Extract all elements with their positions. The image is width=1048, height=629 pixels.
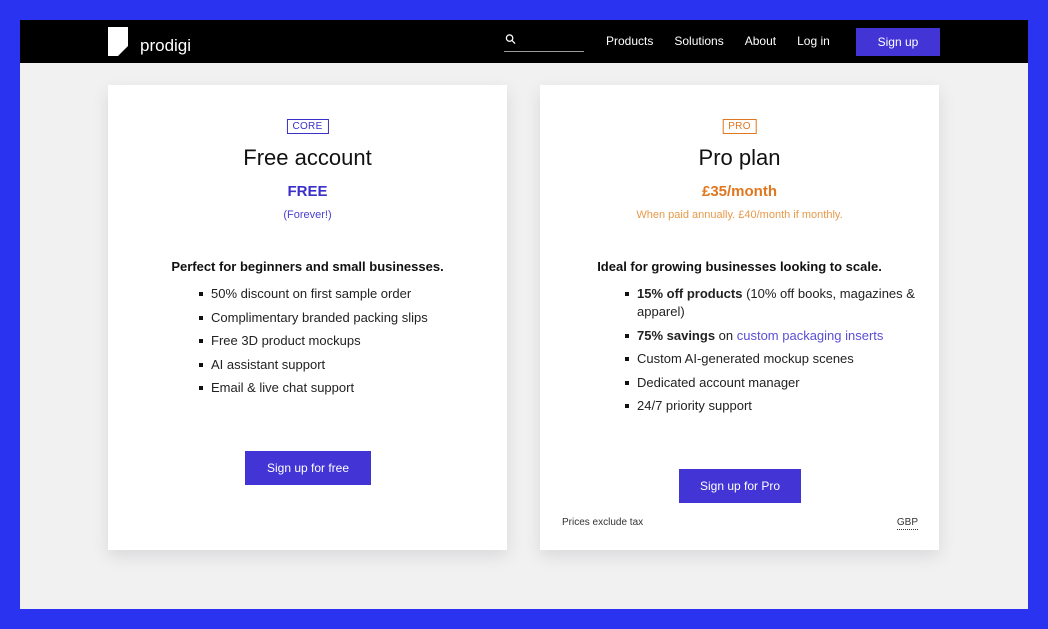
feature-item: 50% discount on first sample order	[199, 285, 459, 303]
feature-item: 75% savings on custom packaging inserts	[625, 327, 915, 345]
plan-card-pro: PRO Pro plan £35/month When paid annuall…	[540, 85, 939, 550]
search-box[interactable]	[504, 31, 584, 52]
plan-badge: PRO	[722, 119, 757, 134]
feature-item: Email & live chat support	[199, 379, 459, 397]
logo-icon	[108, 27, 128, 56]
tax-note: Prices exclude tax	[562, 517, 644, 528]
feature-item: Complimentary branded packing slips	[199, 309, 459, 327]
nav-about[interactable]: About	[745, 34, 776, 48]
signup-pro-button[interactable]: Sign up for Pro	[679, 469, 801, 503]
feature-item: 15% off products (10% off books, magazin…	[625, 285, 915, 321]
prodigi-logo[interactable]: prodigi	[108, 27, 191, 56]
feature-item: Dedicated account manager	[625, 374, 915, 392]
plan-title: Free account	[243, 145, 372, 170]
plan-badge: CORE	[286, 119, 329, 134]
feature-list: 15% off products (10% off books, magazin…	[625, 285, 915, 421]
signup-button[interactable]: Sign up	[856, 28, 940, 56]
search-icon	[505, 34, 516, 45]
feature-text: on	[715, 327, 737, 343]
nav-products[interactable]: Products	[606, 34, 653, 48]
feature-list: 50% discount on first sample order Compl…	[199, 285, 459, 403]
brand-name: prodigi	[140, 35, 192, 55]
custom-packaging-inserts-link[interactable]: custom packaging inserts	[737, 328, 884, 343]
plan-price: £35/month	[701, 183, 777, 200]
main-nav: Products Solutions About Log in	[606, 34, 851, 48]
plan-title: Pro plan	[698, 145, 781, 170]
plan-price: FREE	[287, 183, 328, 200]
feature-item: Custom AI-generated mockup scenes	[625, 350, 915, 368]
nav-login[interactable]: Log in	[797, 34, 830, 48]
signup-free-button[interactable]: Sign up for free	[245, 451, 371, 485]
top-navigation-bar: prodigi Products Solutions About Log in …	[20, 20, 1028, 63]
search-input[interactable]	[520, 34, 584, 48]
feature-highlight: 15% off products	[637, 286, 743, 301]
feature-item: 24/7 priority support	[625, 397, 915, 415]
currency-selector[interactable]: GBP	[896, 517, 918, 530]
feature-item: Free 3D product mockups	[199, 332, 459, 350]
plan-price-note: When paid annually. £40/month if monthly…	[636, 209, 843, 221]
feature-item: AI assistant support	[199, 356, 459, 374]
nav-solutions[interactable]: Solutions	[674, 34, 723, 48]
plan-headline: Ideal for growing businesses looking to …	[597, 259, 882, 274]
feature-highlight: 75% savings	[637, 327, 716, 343]
plan-headline: Perfect for beginners and small business…	[171, 259, 444, 274]
plan-price-note: (Forever!)	[283, 209, 332, 221]
browser-viewport: prodigi Products Solutions About Log in …	[20, 20, 1028, 609]
plan-card-core: CORE Free account FREE (Forever!) Perfec…	[108, 85, 507, 550]
